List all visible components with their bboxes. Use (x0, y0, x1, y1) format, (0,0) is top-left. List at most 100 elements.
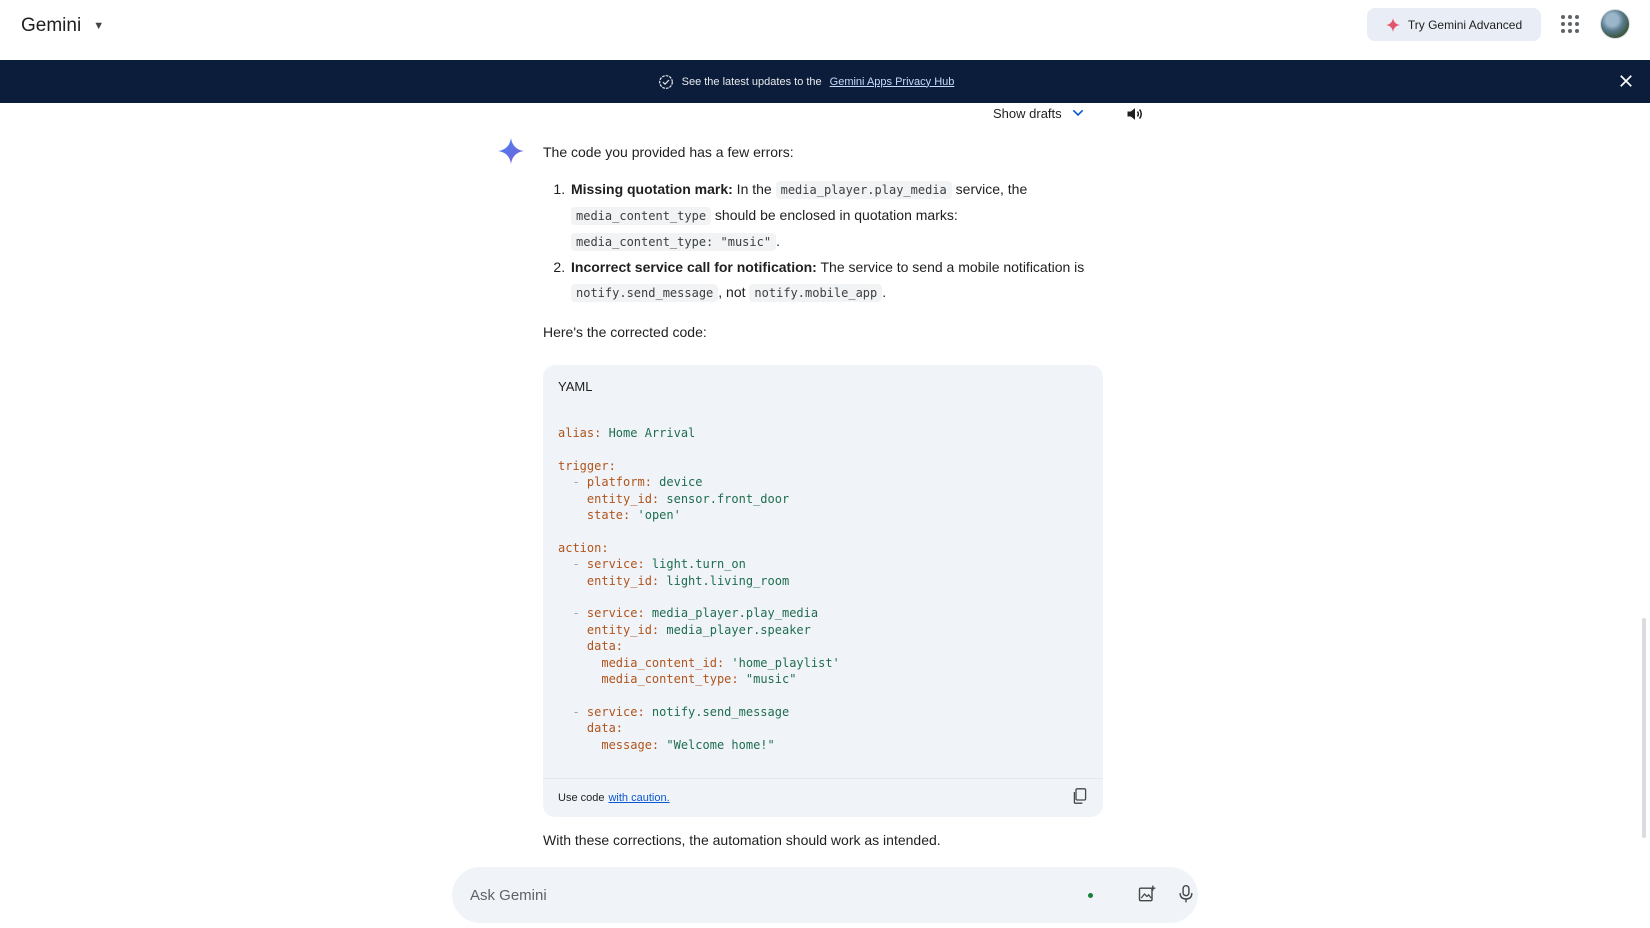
code-line: entity_id: media_player.speaker (558, 623, 811, 637)
privacy-hub-link[interactable]: Gemini Apps Privacy Hub (830, 76, 955, 88)
inline-code: notify.send_message (571, 284, 719, 302)
code-line: - service: media_player.play_media (558, 606, 818, 620)
code-key: entity_id: (586, 622, 660, 637)
list-text: . (776, 233, 780, 249)
top-header: Gemini ▼ Try Gemini Advanced (0, 0, 1650, 60)
code-value: "Welcome home!" (659, 737, 775, 752)
prompt-bar (452, 867, 1198, 923)
code-key: platform: (586, 475, 652, 490)
with-caution-link[interactable]: with caution. (608, 792, 669, 804)
scrollbar[interactable] (1642, 618, 1646, 838)
code-key: media_content_type: (601, 672, 739, 687)
code-value: light.living_room (659, 573, 790, 588)
response-intro: The code you provided has a few errors: (543, 144, 794, 160)
brand-label: Gemini (21, 15, 82, 36)
code-key: media_content_id: (601, 655, 725, 670)
mic-icon[interactable] (1177, 884, 1195, 904)
speaker-icon[interactable] (1125, 104, 1145, 124)
list-text: . (882, 284, 887, 300)
code-line: trigger: (558, 459, 616, 473)
code-line: action: (558, 541, 609, 555)
gemini-spark-icon (1385, 17, 1400, 32)
prompt-input[interactable] (470, 867, 1030, 923)
code-value: notify.send_message (644, 704, 790, 719)
code-line: entity_id: sensor.front_door (558, 492, 789, 506)
code-line: - platform: device (558, 475, 703, 490)
code-key: data: (586, 721, 624, 736)
use-code-text: Use code (558, 792, 605, 804)
chevron-down-icon (1072, 109, 1083, 117)
list-text: should be enclosed in quotation marks: (711, 207, 958, 223)
code-indent: - (558, 704, 587, 719)
code-line: media_content_id: 'home_playlist' (558, 655, 840, 670)
avatar[interactable] (1600, 9, 1630, 39)
show-drafts-label: Show drafts (993, 105, 1062, 121)
list-item: Missing quotation mark: In the media_pla… (569, 177, 1103, 255)
try-gemini-advanced-button[interactable]: Try Gemini Advanced (1367, 8, 1541, 41)
response-content: The code you provided has a few errors: … (543, 140, 1103, 345)
banner-text: See the latest updates to the (681, 75, 822, 88)
code-key: state: (586, 508, 631, 523)
code-indent: - (558, 557, 587, 572)
code-line: state: 'open' (558, 508, 681, 522)
code-key: action: (558, 540, 609, 555)
code-value: media_player.play_media (644, 606, 819, 621)
inline-code: notify.mobile_app (749, 284, 883, 302)
code-key: alias: (558, 426, 602, 440)
list-text: The service to send a mobile notificatio… (816, 259, 1085, 275)
code-content[interactable]: alias: Home Arrival trigger: - platform:… (558, 425, 1088, 753)
error-title: Missing quotation mark: (571, 181, 733, 197)
privacy-banner: See the latest updates to the Gemini App… (0, 60, 1650, 103)
list-text: service, the (951, 181, 1028, 197)
code-value: Home Arrival (601, 426, 696, 440)
code-value: "music" (738, 672, 797, 687)
corrected-intro: Here's the corrected code: (543, 324, 707, 340)
copy-icon[interactable] (1072, 787, 1088, 805)
code-language-label: YAML (558, 379, 593, 394)
inline-code: media_player.play_media (775, 181, 952, 199)
code-value: 'home_playlist' (724, 655, 840, 670)
status-dot (1088, 893, 1093, 898)
code-line: entity_id: light.living_room (558, 574, 789, 588)
code-footer: Use code with caution. (543, 778, 1103, 817)
code-line: message: "Welcome home!" (558, 737, 775, 752)
code-key: entity_id: (586, 573, 660, 588)
inline-code: media_content_type (571, 207, 712, 225)
code-key: data: (586, 639, 624, 654)
code-indent: - (558, 475, 587, 490)
code-key: message: (601, 737, 660, 752)
gemini-spark-icon (498, 138, 524, 164)
list-text: , not (718, 284, 750, 300)
shield-check-icon (658, 74, 673, 89)
code-line: - service: light.turn_on (558, 557, 746, 572)
code-line: - service: notify.send_message (558, 705, 789, 719)
code-line: media_content_type: "music" (558, 672, 796, 686)
code-value: light.turn_on (644, 557, 746, 572)
code-key: entity_id: (586, 491, 660, 506)
code-line: data: (558, 639, 623, 653)
list-text: In the (732, 181, 776, 197)
close-icon[interactable] (1617, 72, 1635, 90)
code-value: device (651, 475, 703, 490)
code-key: service: (586, 606, 645, 621)
inline-code: media_content_type: "music" (571, 233, 777, 251)
code-indent: - (558, 606, 587, 621)
image-upload-icon[interactable] (1137, 884, 1157, 904)
apps-grid-icon[interactable] (1561, 15, 1579, 33)
show-drafts-button[interactable]: Show drafts (993, 105, 1086, 121)
closing-text: With these corrections, the automation s… (543, 832, 941, 848)
code-line: data: (558, 721, 623, 735)
gemini-model-switcher[interactable]: Gemini ▼ (21, 15, 104, 37)
list-item: Incorrect service call for notification:… (569, 255, 1103, 306)
try-gemini-advanced-label: Try Gemini Advanced (1407, 17, 1523, 32)
error-title: Incorrect service call for notification: (571, 259, 817, 275)
code-key: trigger: (558, 458, 616, 473)
code-block: YAML alias: Home Arrival trigger: - plat… (543, 365, 1103, 817)
